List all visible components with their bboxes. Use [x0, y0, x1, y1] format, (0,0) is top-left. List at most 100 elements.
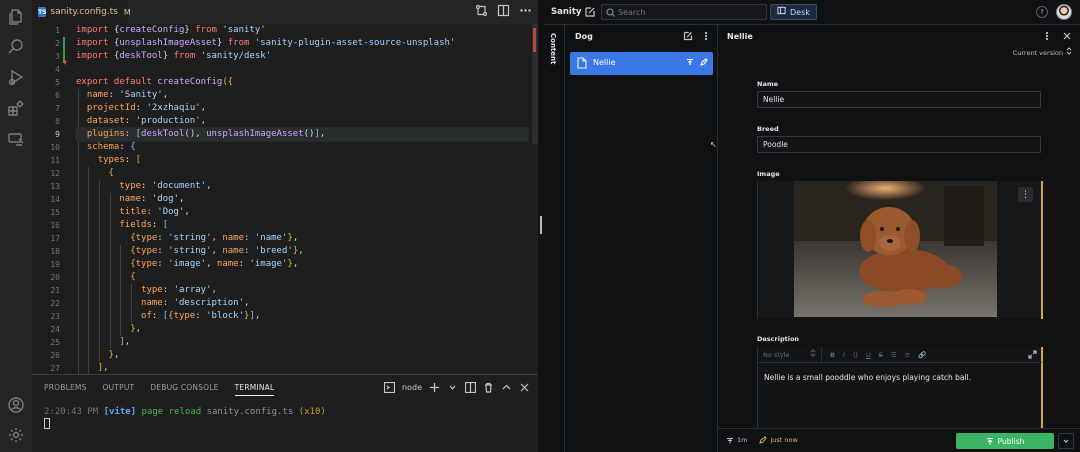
terminal-name[interactable]: node [402, 383, 422, 392]
terminal-cursor[interactable] [44, 418, 50, 429]
bullet-list-button[interactable]: ☰ [891, 351, 897, 359]
search-input[interactable] [618, 6, 758, 18]
bottom-panel: PROBLEMS OUTPUT DEBUG CONSOLE TERMINAL node… [32, 374, 538, 452]
line-number: 13 [50, 182, 60, 191]
list-item-nellie[interactable]: Nellie [570, 52, 713, 75]
image-field-label: Image [757, 170, 780, 178]
history-status[interactable]: 1m [726, 436, 747, 444]
line-number: 8 [55, 117, 60, 126]
chevron-down-icon[interactable] [447, 382, 458, 393]
unpublished-icon [686, 58, 694, 69]
italic-button[interactable]: I [843, 351, 845, 359]
extensions-icon[interactable] [7, 99, 25, 117]
explorer-icon[interactable] [7, 8, 25, 26]
tab-filename: sanity.config.ts [50, 7, 118, 17]
breakpoint-indicator: ▾ [63, 58, 68, 67]
underline-button[interactable]: U [866, 351, 871, 359]
search-icon[interactable] [7, 38, 25, 56]
line-number: 23 [50, 312, 60, 321]
new-terminal-plus-icon[interactable] [429, 382, 440, 393]
remote-explorer-icon[interactable] [7, 130, 25, 148]
line-number: 27 [50, 364, 60, 373]
breed-input[interactable]: Poodle [757, 136, 1041, 153]
code-line: export default createConfig({ [76, 77, 234, 87]
expand-icon[interactable] [1028, 350, 1037, 359]
publish-menu-button[interactable] [1058, 433, 1074, 449]
more-options-icon[interactable] [1042, 31, 1052, 41]
code-line: }, [108, 350, 120, 360]
edit-pencil-icon [700, 58, 708, 69]
code-line: dataset: 'production', [86, 116, 207, 126]
strikethrough-button[interactable]: S [879, 351, 883, 359]
published-icon [727, 438, 733, 444]
code-line: ], [97, 363, 109, 373]
search-field[interactable] [601, 4, 767, 20]
desk-tool-button[interactable]: Desk [770, 4, 817, 20]
code-line: {type: 'string', name: 'name'}, [130, 233, 299, 243]
terminal-output-line: 2:20:43 PM [vite] page reload sanity.con… [44, 407, 326, 417]
image-field[interactable]: ⋮ [757, 181, 1043, 319]
rail-content-label[interactable]: Content [549, 33, 557, 64]
code-line: title: 'Dog', [119, 207, 190, 217]
image-menu-button[interactable]: ⋮ [1018, 187, 1033, 202]
block-style-select[interactable]: No style [758, 346, 822, 363]
code-button[interactable]: ⟨⟩ [853, 351, 858, 359]
run-debug-icon[interactable] [7, 68, 25, 86]
create-document-icon[interactable] [683, 31, 693, 41]
code-editor[interactable]: 1 2 3 4 5 6 7 8 9 10 11 12 13 14 15 16 17 18 19 20 21 22 23 24 2… [32, 24, 538, 374]
bold-button[interactable]: B [830, 351, 835, 359]
account-icon[interactable] [7, 396, 25, 414]
user-avatar[interactable] [1056, 4, 1072, 20]
chevron-up-down-icon [810, 349, 816, 360]
block-style-label: No style [763, 350, 790, 359]
tab-sanity-config[interactable]: TS sanity.config.ts M [32, 0, 131, 24]
code-line: {type: 'string', name: 'breed'}, [130, 246, 304, 256]
line-number: 7 [55, 104, 60, 113]
list-item-label: Nellie [593, 58, 616, 67]
desk-label: Desk [790, 7, 810, 17]
saved-status[interactable]: just now [759, 436, 798, 444]
link-button[interactable]: 🔗 [918, 351, 926, 359]
line-number: 5 [55, 78, 60, 87]
compare-changes-icon[interactable] [475, 4, 488, 17]
saved-time: just now [770, 436, 798, 444]
trash-icon[interactable] [483, 382, 494, 393]
compose-icon[interactable] [584, 6, 596, 18]
terminal-message: page reload [141, 407, 202, 417]
publish-button[interactable]: Publish [956, 433, 1054, 449]
description-text[interactable]: Nellie is a small pooddle who enjoys pla… [764, 373, 971, 382]
error-overview-marker [533, 28, 536, 52]
close-icon[interactable] [1062, 31, 1072, 41]
more-actions-icon[interactable] [519, 4, 532, 17]
document-footer: 1m just now Publish [718, 428, 1080, 452]
line-number: 6 [55, 91, 60, 100]
split-terminal-icon[interactable] [464, 381, 477, 394]
code-content: import {createConfig} from 'sanity' impor… [75, 24, 529, 374]
close-panel-icon[interactable] [519, 382, 530, 393]
panel-tab-debug-console[interactable]: DEBUG CONSOLE [150, 383, 218, 396]
version-selector[interactable]: Current version [1013, 47, 1072, 58]
document-title: Nellie [727, 32, 753, 41]
more-options-icon[interactable] [701, 31, 711, 41]
split-editor-icon[interactable] [497, 4, 510, 17]
code-line: plugins: [deskTool(), unsplashImageAsset… [75, 127, 529, 142]
document-list-pane: Dog Nellie [565, 25, 718, 452]
panel-tab-output[interactable]: OUTPUT [103, 383, 135, 396]
code-line: }, [130, 324, 142, 334]
pane-resize-handle[interactable] [540, 216, 542, 234]
settings-gear-icon[interactable] [7, 426, 25, 444]
code-line: { [108, 168, 114, 178]
panel-tab-terminal[interactable]: TERMINAL [234, 383, 275, 396]
line-number: 2 [55, 39, 60, 48]
numbered-list-button[interactable]: ≡ [905, 351, 910, 359]
code-line: import {deskTool} from 'sanity/desk' [76, 51, 272, 61]
edit-pencil-icon [759, 436, 768, 444]
version-label: Current version [1012, 48, 1063, 57]
help-icon[interactable]: ? [1036, 6, 1048, 18]
studio-brand[interactable]: Sanity [551, 7, 581, 17]
maximize-panel-icon[interactable] [501, 382, 512, 393]
panel-tab-problems[interactable]: PROBLEMS [44, 383, 87, 396]
name-input[interactable]: Nellie [757, 91, 1041, 108]
line-number: 14 [50, 195, 60, 204]
typescript-file-icon: TS [38, 7, 47, 17]
